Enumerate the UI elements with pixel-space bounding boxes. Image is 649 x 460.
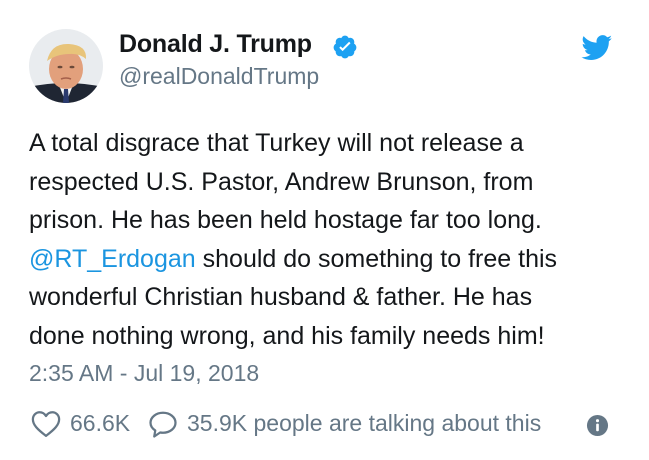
tweet-text: A total disgrace that Turkey will not re… [29, 124, 629, 355]
twitter-bird-icon[interactable] [581, 35, 613, 61]
verified-badge-icon [332, 34, 358, 60]
like-count[interactable]: 66.6K [70, 410, 130, 437]
reply-bubble-icon[interactable] [148, 410, 178, 438]
mention-link[interactable]: @RT_Erdogan [29, 245, 196, 273]
tweet-line-rest: should do something to free this [202, 244, 558, 273]
tweet-line: done nothing wrong, and his family needs… [29, 321, 545, 350]
tweet-line: prison. He has been held hostage far too… [29, 206, 542, 234]
tweet-line: A total disgrace that Turkey will not re… [29, 129, 524, 157]
tweet-actions: 66.6K 35.9K people are talking about thi… [31, 407, 621, 441]
talking-count[interactable]: 35.9K people are talking about this [187, 410, 541, 437]
author-handle[interactable]: @realDonaldTrump [119, 63, 319, 90]
author-avatar[interactable] [29, 29, 103, 103]
tweet-line: respected U.S. Pastor, Andrew Brunson, f… [29, 167, 534, 196]
tweet-timestamp[interactable]: 2:35 AM - Jul 19, 2018 [29, 360, 259, 387]
tweet-line-with-mention: @RT_Erdogan should do something to free … [29, 240, 629, 279]
tweet-line: wonderful Christian husband & father. He… [29, 283, 533, 311]
tweet-card: Donald J. Trump @realDonaldTrump A total… [0, 0, 649, 460]
author-display-name[interactable]: Donald J. Trump [119, 30, 312, 59]
heart-icon[interactable] [31, 410, 61, 438]
info-icon[interactable] [586, 414, 609, 437]
